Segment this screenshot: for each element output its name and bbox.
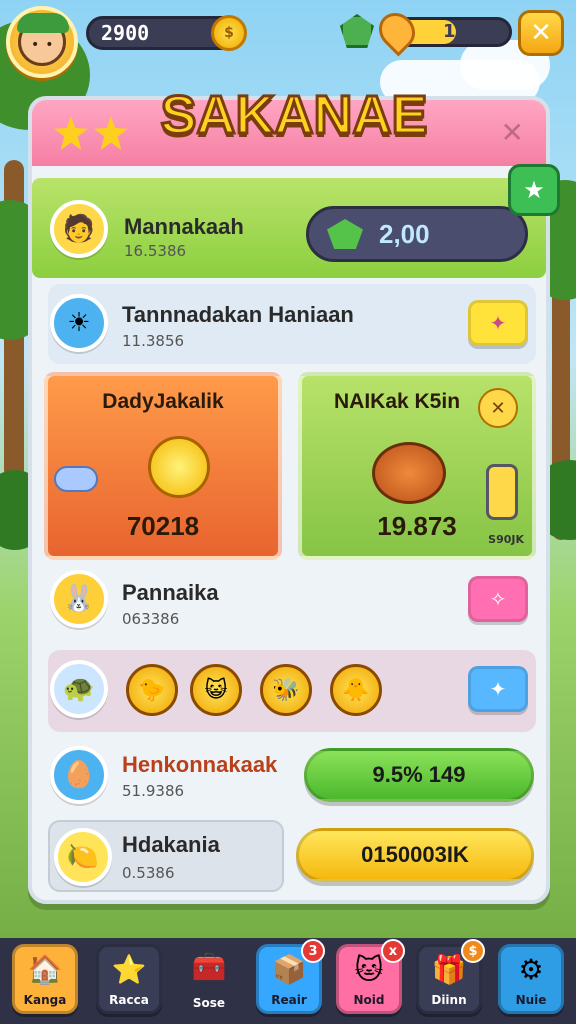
- gem-balance-pill[interactable]: 2,00: [306, 206, 528, 262]
- nav-label: Kanga: [23, 993, 67, 1007]
- star-icon: [94, 116, 128, 150]
- panel-header: SAKANAE ✕: [32, 84, 546, 166]
- nav-item-reair[interactable]: 📦 Reair 3: [256, 939, 325, 1014]
- player-avatar[interactable]: [6, 6, 78, 78]
- bunny-icon: 🐰: [50, 570, 108, 628]
- gem-icon: [340, 14, 374, 48]
- pet-bird-icon[interactable]: 🐤: [126, 664, 178, 716]
- share-button[interactable]: ★: [508, 164, 560, 216]
- pets-list-button[interactable]: ✦: [468, 666, 528, 712]
- last-row-sub: 0.5386: [122, 864, 175, 882]
- card-left[interactable]: DadyJakalik 70218: [44, 372, 282, 560]
- pet-sub: 063386: [122, 610, 180, 628]
- notification-badge: x: [381, 939, 405, 963]
- profile-row: 🧑 Mannakaah 16.5386 2,00 ★: [32, 164, 560, 278]
- nav-item-sose[interactable]: 🧰 Sose: [176, 944, 242, 1014]
- lemon-icon: 🍋: [54, 828, 112, 886]
- hero-row: 🥚 Henkonnakaak 51.9386 9.5% 149: [48, 738, 536, 814]
- nav-item-nuie[interactable]: ⚙ Nuie: [498, 944, 564, 1014]
- task-sub: 11.3856: [122, 332, 185, 350]
- hero-name: Henkonnakaak: [122, 752, 278, 777]
- nav-label: Noid: [353, 993, 385, 1007]
- nav-label: Reair: [271, 993, 307, 1007]
- card-right-tag: S90JK: [488, 533, 524, 546]
- star-icon: [54, 116, 88, 150]
- panel-title: SAKANAE: [159, 84, 429, 147]
- nav-label: Nuie: [515, 993, 547, 1007]
- nav-label: Racca: [109, 993, 149, 1007]
- profile-avatar-icon: 🧑: [50, 200, 108, 258]
- card-left-value: 70218: [126, 511, 200, 541]
- notification-badge: 3: [301, 939, 325, 963]
- last-row-name: Hdakania: [122, 832, 220, 857]
- task-action-button[interactable]: ✦: [468, 300, 528, 346]
- sun-icon: ☀: [50, 294, 108, 352]
- pets-list-row: 🐢 🐤 😺 🐝 🐥 ✦: [48, 650, 536, 732]
- hero-action-button[interactable]: 9.5% 149: [304, 748, 534, 802]
- hero-sub: 51.9386: [122, 782, 185, 800]
- profile-name: Mannakaah: [124, 214, 244, 239]
- pet-name: Pannaika: [122, 580, 219, 605]
- blob-icon: [148, 436, 210, 498]
- energy-bar[interactable]: 1: [340, 5, 512, 57]
- nav-label: Sose: [192, 996, 226, 1010]
- star-icon: ⭐: [111, 953, 147, 986]
- last-row-button[interactable]: 0150003IK: [296, 828, 534, 882]
- close-button[interactable]: ✕: [518, 10, 564, 56]
- cloud-icon: [54, 466, 98, 492]
- pet-action-button[interactable]: ✧: [468, 576, 528, 622]
- home-icon: 🏠: [27, 953, 63, 986]
- card-left-title: DadyJakalik: [102, 390, 224, 413]
- pet-slot-icon[interactable]: 🐢: [50, 660, 108, 718]
- card-right-close-icon[interactable]: ✕: [478, 388, 518, 428]
- nav-item-kanga[interactable]: 🏠 Kanga: [12, 944, 78, 1014]
- seed-icon: [372, 442, 446, 504]
- pet-orange-icon[interactable]: 😺: [190, 664, 242, 716]
- gem-icon: [327, 219, 363, 249]
- coin-amount: 2900: [101, 21, 150, 45]
- pet-row: 🐰 Pannaika 063386 ✧: [48, 566, 536, 636]
- notification-badge: $: [461, 939, 485, 963]
- nav-label: Diinn: [431, 993, 467, 1007]
- task-name: Tannnadakan Haniaan: [122, 302, 354, 327]
- nav-item-racca[interactable]: ⭐ Racca: [96, 944, 162, 1014]
- energy-drop-icon: [371, 5, 423, 57]
- card-right[interactable]: NAIKak K5in ✕ 19.873 S90JK: [298, 372, 536, 560]
- nav-item-noid[interactable]: 🐱 Noid x: [336, 939, 405, 1014]
- nav-item-diinn[interactable]: 🎁 Diinn $: [416, 939, 485, 1014]
- task-row: ☀ Tannnadakan Haniaan 11.3856 ✦: [48, 284, 536, 364]
- player-face-icon: [17, 13, 69, 66]
- profile-sub: 16.5386: [124, 242, 187, 260]
- gear-icon: ⚙: [518, 953, 544, 986]
- coin-counter[interactable]: 2900 $: [86, 15, 247, 51]
- egg-icon: 🥚: [50, 746, 108, 804]
- energy-value: 1: [443, 21, 456, 42]
- main-panel: SAKANAE ✕ 🧑 Mannakaah 16.5386 2,00 ★ ☀ T…: [28, 84, 560, 904]
- bottom-nav: 🏠 Kanga ⭐ Racca 🧰 Sose 📦 Reair 3 🐱 Noid …: [0, 938, 576, 1024]
- panel-close-icon[interactable]: ✕: [501, 116, 524, 149]
- pet-chick-icon[interactable]: 🐥: [330, 664, 382, 716]
- coin-icon: $: [211, 15, 247, 51]
- gem-balance: 2,00: [379, 219, 430, 249]
- last-row: 🍋 Hdakania 0.5386 0150003IK: [48, 820, 536, 896]
- pet-striped-icon[interactable]: 🐝: [260, 664, 312, 716]
- treasure-icon: 🧰: [191, 950, 227, 983]
